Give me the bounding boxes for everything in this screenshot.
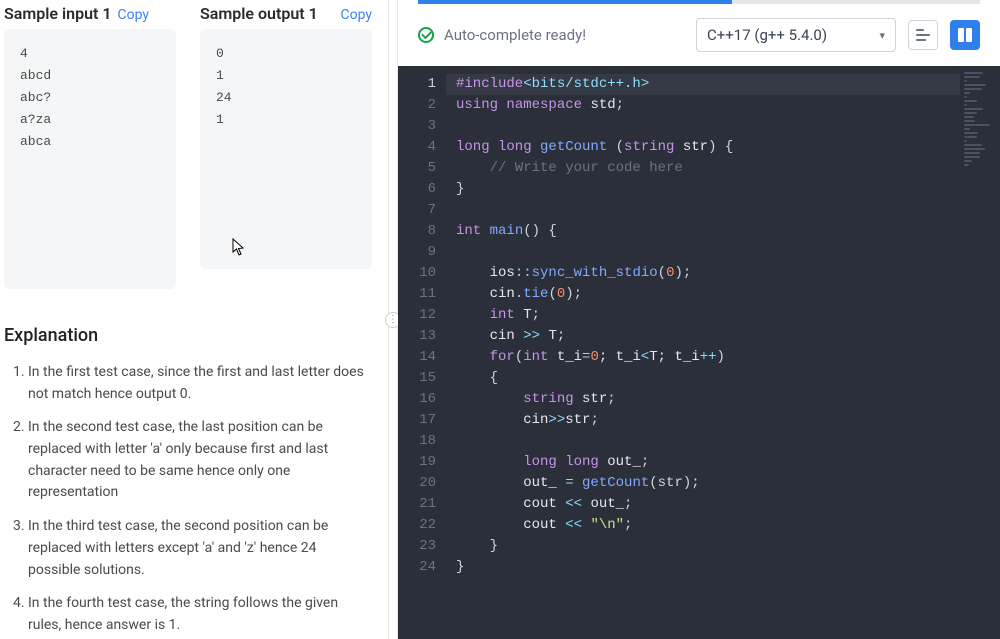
autocomplete-status: Auto-complete ready! <box>418 26 684 44</box>
copy-output-button[interactable]: Copy <box>340 7 372 23</box>
explanation-item: In the third test case, the second posit… <box>28 516 372 581</box>
editor-toolbar: Auto-complete ready! C++17 (g++ 5.4.0) ▾ <box>418 18 980 66</box>
minimap[interactable] <box>960 66 1000 639</box>
sample-output-column: Sample output 1 Copy 0 1 24 1 <box>200 4 372 289</box>
panel-splitter[interactable]: ⋮ <box>388 0 398 639</box>
active-line-highlight <box>446 74 960 95</box>
copy-input-button[interactable]: Copy <box>118 7 150 23</box>
line-gutter: 123456789101112131415161718192021222324 <box>398 66 446 639</box>
explanation-item: In the fourth test case, the string foll… <box>28 593 372 636</box>
split-view-button[interactable] <box>950 20 980 50</box>
samples-row: Sample input 1 Copy 4 abcd abc? a?za abc… <box>4 4 372 289</box>
code-area[interactable]: #include<bits/stdc++.h> using namespace … <box>446 66 960 639</box>
tab-strip <box>418 0 980 4</box>
explanation-item: In the second test case, the last positi… <box>28 417 372 504</box>
sample-output-box: 0 1 24 1 <box>200 29 372 269</box>
list-icon <box>916 29 930 41</box>
language-select[interactable]: C++17 (g++ 5.4.0) ▾ <box>696 18 896 52</box>
active-tab-indicator[interactable] <box>418 0 732 4</box>
explanation-item: In the first test case, since the first … <box>28 362 372 405</box>
code-editor[interactable]: 123456789101112131415161718192021222324 … <box>398 66 1000 639</box>
sample-output-title: Sample output 1 <box>200 4 318 23</box>
explanation-list: In the first test case, since the first … <box>4 362 372 637</box>
editor-panel: Auto-complete ready! C++17 (g++ 5.4.0) ▾… <box>398 0 1000 639</box>
explanation-heading: Explanation <box>4 325 372 346</box>
problem-panel: Sample input 1 Copy 4 abcd abc? a?za abc… <box>0 0 388 639</box>
language-selected: C++17 (g++ 5.4.0) <box>707 26 827 44</box>
sample-input-box: 4 abcd abc? a?za abca <box>4 29 176 289</box>
sample-input-title: Sample input 1 <box>4 4 112 23</box>
sample-input-column: Sample input 1 Copy 4 abcd abc? a?za abc… <box>4 4 176 289</box>
status-text: Auto-complete ready! <box>444 26 586 44</box>
chevron-down-icon: ▾ <box>879 29 885 42</box>
check-circle-icon <box>418 27 434 43</box>
columns-icon <box>958 28 972 42</box>
list-view-button[interactable] <box>908 20 938 50</box>
